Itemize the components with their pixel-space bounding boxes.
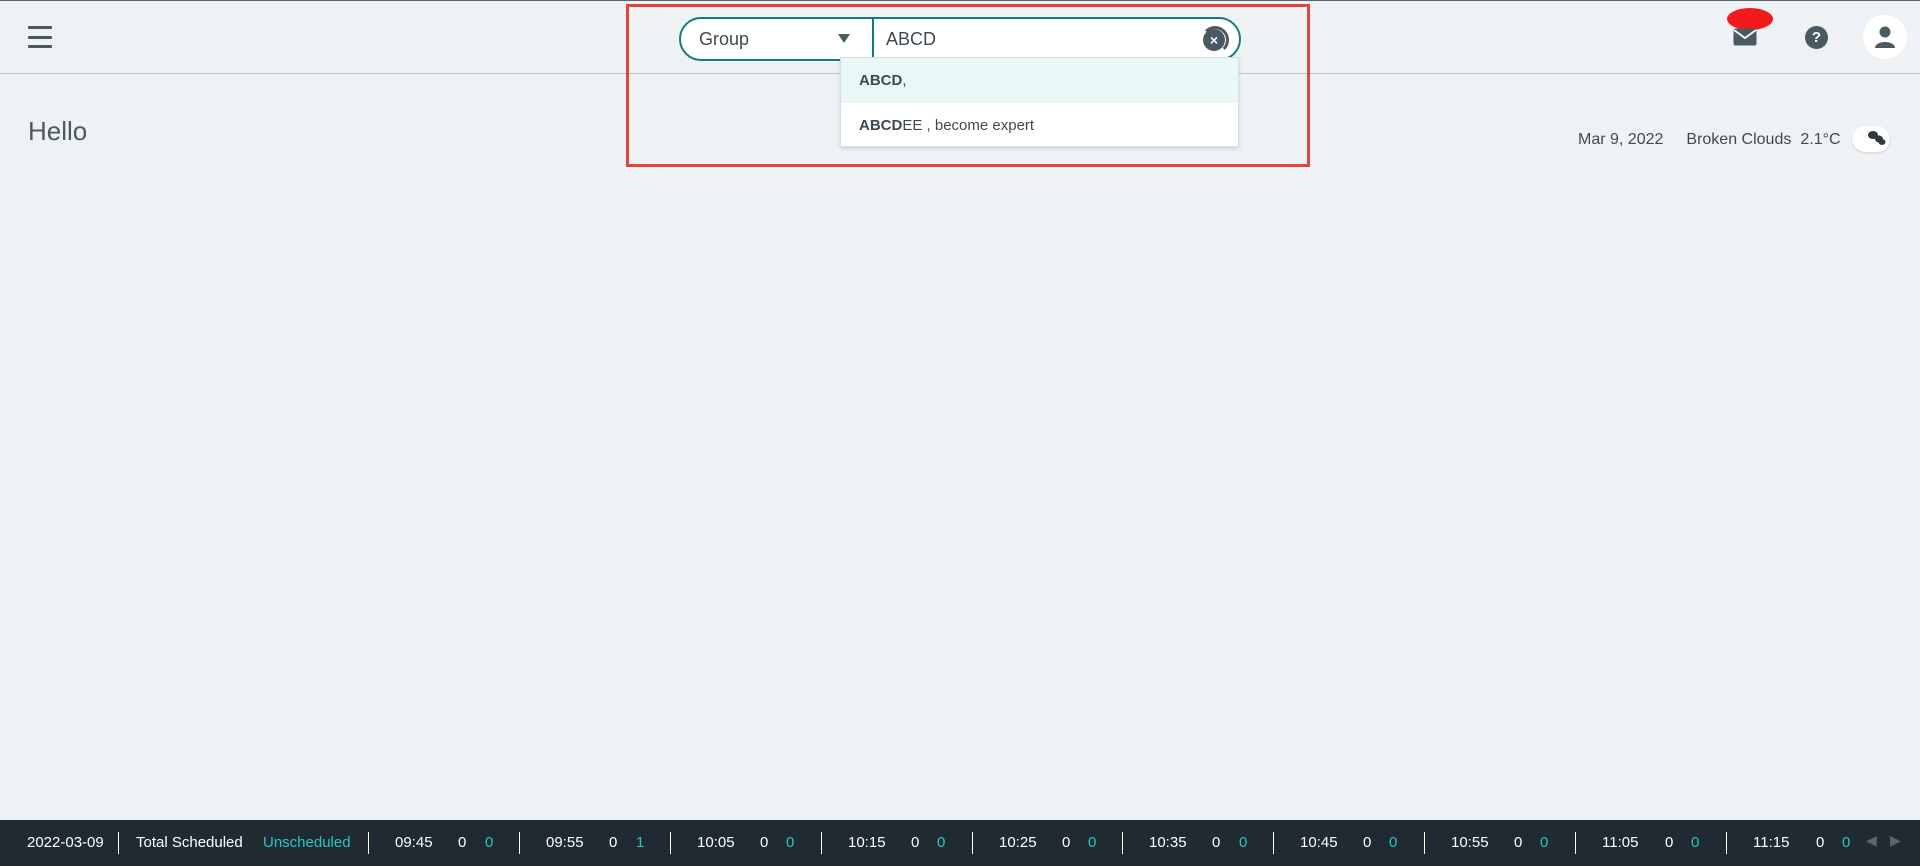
divider (118, 832, 119, 854)
slot-time: 10:15 (848, 834, 886, 851)
caret-down-icon (838, 34, 850, 43)
slot-scheduled: 0 (1062, 834, 1071, 851)
divider (1424, 832, 1425, 854)
divider (1122, 832, 1123, 854)
suggestion-match: ABCD (859, 117, 903, 134)
suggestion-item[interactable]: ABCD , (841, 58, 1238, 103)
slot-time: 10:45 (1300, 834, 1338, 851)
slot-unscheduled: 0 (1842, 834, 1851, 851)
divider (1273, 832, 1274, 854)
slot-unscheduled: 0 (786, 834, 795, 851)
notification-badge (1727, 8, 1773, 30)
unscheduled-label: Unscheduled (263, 834, 351, 851)
schedule-footer: 2022-03-09 Total Scheduled Unscheduled 0… (0, 820, 1920, 866)
weather-temperature: 2.1°C (1800, 131, 1841, 148)
slot-scheduled: 0 (911, 834, 920, 851)
suggestion-rest: , (902, 72, 907, 89)
user-icon (1875, 26, 1895, 48)
slot-time: 10:55 (1451, 834, 1489, 851)
slot-unscheduled: 0 (1540, 834, 1549, 851)
slot-time: 10:35 (1149, 834, 1187, 851)
suggestion-match: ABCD (859, 72, 903, 89)
date-weather-row: Mar 9, 2022 Broken Clouds 2.1°C (1578, 128, 1841, 152)
slot-unscheduled: 0 (937, 834, 946, 851)
slot-scheduled: 0 (760, 834, 769, 851)
page-title: Hello (28, 116, 88, 146)
slot-scheduled: 0 (1665, 834, 1674, 851)
divider (1726, 832, 1727, 854)
slot-time: 10:25 (999, 834, 1037, 851)
suggestion-item[interactable]: ABCD EE , become expert (841, 103, 1238, 148)
divider (1575, 832, 1576, 854)
slot-time: 11:05 (1602, 834, 1639, 851)
mail-icon[interactable] (1733, 28, 1757, 46)
divider (519, 832, 520, 854)
suggestion-rest: EE , become expert (902, 117, 1035, 134)
slot-unscheduled: 1 (636, 834, 645, 851)
search-bar: Group × (679, 17, 1241, 61)
next-arrow-icon[interactable]: ▶ (1890, 832, 1901, 849)
slot-unscheduled: 0 (1239, 834, 1248, 851)
total-scheduled-label: Total Scheduled (136, 834, 243, 851)
divider (821, 832, 822, 854)
search-input[interactable] (874, 19, 1239, 59)
group-select[interactable]: Group (681, 19, 874, 59)
slot-time: 09:55 (546, 834, 584, 851)
search-suggestions: ABCD , ABCD EE , become expert (840, 57, 1239, 147)
current-date: Mar 9, 2022 (1578, 131, 1664, 148)
slot-scheduled: 0 (1212, 834, 1221, 851)
slot-unscheduled: 0 (485, 834, 494, 851)
weather-toggle[interactable] (1852, 126, 1890, 152)
group-select-label: Group (699, 28, 750, 49)
slot-scheduled: 0 (609, 834, 618, 851)
clear-icon[interactable]: × (1203, 29, 1225, 51)
slot-time: 09:45 (395, 834, 433, 851)
slot-time: 11:15 (1753, 834, 1790, 851)
clouds-icon (1868, 131, 1886, 145)
prev-arrow-icon[interactable]: ◀ (1866, 832, 1877, 849)
slot-scheduled: 0 (1816, 834, 1825, 851)
weather-condition: Broken Clouds (1686, 131, 1792, 148)
divider (670, 832, 671, 854)
hamburger-menu-icon[interactable] (28, 26, 52, 48)
slot-scheduled: 0 (1363, 834, 1372, 851)
slot-time: 10:05 (697, 834, 735, 851)
slot-scheduled: 0 (1514, 834, 1523, 851)
slot-unscheduled: 0 (1389, 834, 1398, 851)
slot-unscheduled: 0 (1088, 834, 1097, 851)
divider (972, 832, 973, 854)
slot-scheduled: 0 (458, 834, 467, 851)
slot-unscheduled: 0 (1691, 834, 1700, 851)
help-icon[interactable]: ? (1805, 26, 1828, 49)
divider (368, 832, 369, 854)
footer-date: 2022-03-09 (27, 834, 104, 851)
user-avatar-button[interactable] (1863, 15, 1907, 59)
